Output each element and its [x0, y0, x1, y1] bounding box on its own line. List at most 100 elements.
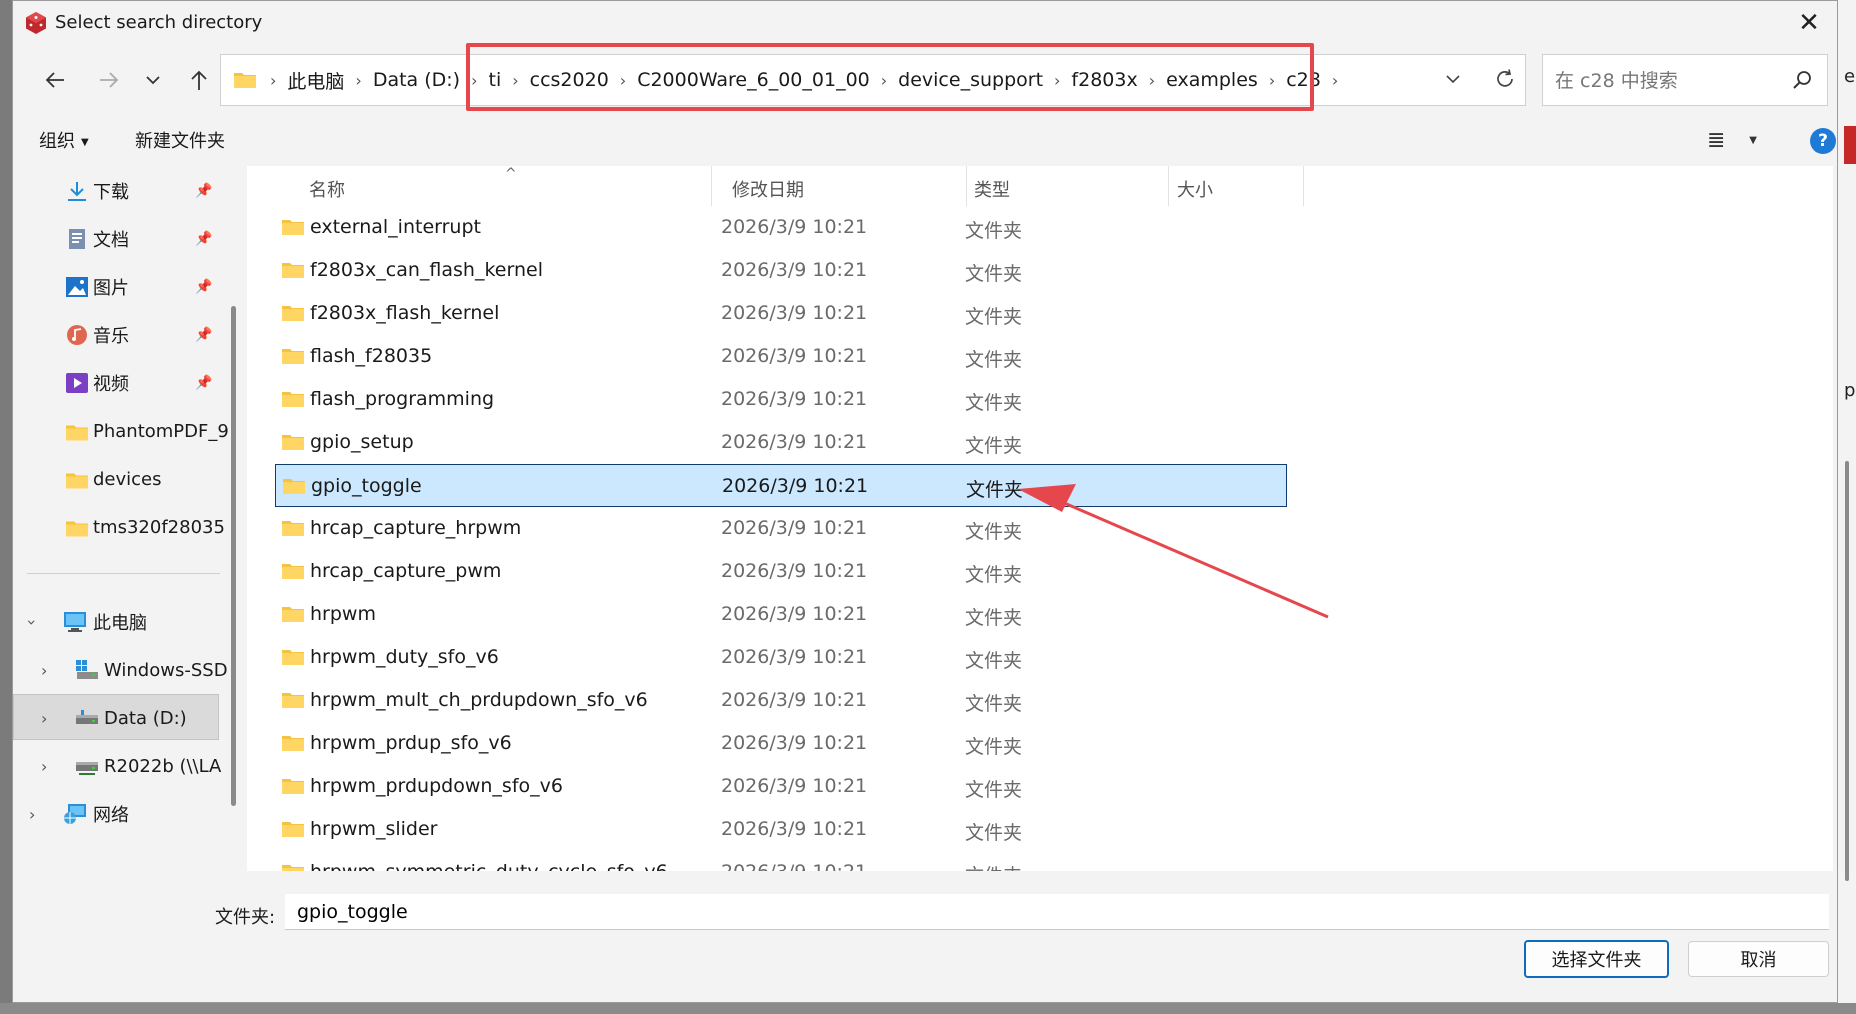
sidebar-item-windows-ssd[interactable]: › Windows-SSD [13, 648, 228, 692]
chevron-right-icon[interactable]: › [29, 805, 35, 824]
pin-icon[interactable]: 📌 [195, 231, 212, 247]
file-type: 文件夹 [965, 779, 1023, 801]
sidebar-item-label: Windows-SSD [104, 659, 228, 681]
column-divider[interactable] [1303, 166, 1304, 206]
file-row[interactable]: hrpwm_prdup_sfo_v6 2026/3/9 10:21 文件夹 [275, 722, 1287, 765]
sidebar-item-folder[interactable]: devices [13, 457, 223, 501]
cancel-button[interactable]: 取消 [1688, 941, 1829, 977]
pin-icon[interactable]: 📌 [195, 279, 212, 295]
file-row[interactable]: hrpwm 2026/3/9 10:21 文件夹 [275, 593, 1287, 636]
file-row[interactable]: hrpwm_prdupdown_sfo_v6 2026/3/9 10:21 文件夹 [275, 765, 1287, 808]
column-divider[interactable] [966, 166, 967, 206]
folder-icon [281, 690, 305, 709]
sidebar-item-network-drive[interactable]: › R2022b (\\LA [13, 744, 223, 788]
recent-locations-button[interactable] [133, 61, 173, 99]
back-button[interactable] [35, 61, 75, 99]
sidebar-item-downloads[interactable]: 下载 📌 [13, 169, 223, 213]
sidebar-item-music[interactable]: 音乐 📌 [13, 313, 223, 357]
column-header-type[interactable]: 类型 [974, 176, 1010, 202]
chevron-right-icon[interactable]: › [41, 661, 47, 680]
pin-icon[interactable]: 📌 [195, 327, 212, 343]
file-row[interactable]: hrcap_capture_pwm 2026/3/9 10:21 文件夹 [275, 550, 1287, 593]
file-list-scrollbar[interactable] [1845, 461, 1849, 881]
breadcrumb-separator-icon[interactable]: › [265, 71, 281, 90]
refresh-button[interactable] [1485, 59, 1525, 99]
breadcrumb-separator-icon[interactable]: › [350, 71, 366, 90]
file-type: 文件夹 [965, 435, 1023, 457]
sidebar-item-data-drive[interactable]: › Data (D:) [13, 696, 223, 740]
sidebar-item-documents[interactable]: 文档 📌 [13, 217, 223, 261]
folder-icon [66, 521, 88, 537]
column-divider[interactable] [1168, 166, 1169, 206]
file-name: hrpwm_prdup_sfo_v6 [310, 732, 512, 754]
column-header-size[interactable]: 大小 [1177, 176, 1213, 202]
sidebar-item-label: Data (D:) [104, 707, 187, 729]
sidebar-item-this-pc[interactable]: › 此电脑 [13, 600, 223, 644]
file-row[interactable]: gpio_setup 2026/3/9 10:21 文件夹 [275, 421, 1287, 464]
sidebar-item-label: tms320f28035 [93, 516, 225, 538]
folder-icon [281, 561, 305, 580]
close-icon: ✕ [1798, 8, 1820, 38]
file-row[interactable]: hrpwm_symmetric_duty_cycle_sfo_v6 2026/3/… [275, 851, 1287, 871]
view-options-button[interactable]: ≣ ▼ [1707, 125, 1757, 155]
nav-scrollbar[interactable] [231, 306, 236, 806]
column-header-name[interactable]: 名称 [309, 176, 345, 202]
file-row[interactable]: flash_f28035 2026/3/9 10:21 文件夹 [275, 335, 1287, 378]
search-box[interactable] [1542, 54, 1828, 106]
file-row[interactable]: f2803x_can_flash_kernel 2026/3/9 10:21 文件夹 [275, 249, 1287, 292]
column-header-date[interactable]: 修改日期 [732, 176, 804, 202]
sidebar-item-label: 网络 [93, 805, 129, 826]
file-row[interactable]: hrpwm_mult_ch_prdupdown_sfo_v6 2026/3/9 1… [275, 679, 1287, 722]
download-icon [68, 182, 86, 201]
file-row[interactable]: external_interrupt 2026/3/9 10:21 文件夹 [275, 206, 1287, 249]
sidebar-item-network[interactable]: › 网络 [13, 792, 223, 836]
search-input[interactable] [1553, 67, 1787, 95]
file-row[interactable]: gpio_toggle 2026/3/9 10:21 文件夹 [275, 464, 1287, 507]
sidebar-item-label: 此电脑 [93, 613, 147, 634]
sidebar-item-videos[interactable]: 视频 📌 [13, 361, 223, 405]
file-row[interactable]: f2803x_flash_kernel 2026/3/9 10:21 文件夹 [275, 292, 1287, 335]
file-row[interactable]: flash_programming 2026/3/9 10:21 文件夹 [275, 378, 1287, 421]
close-button[interactable]: ✕ [1785, 3, 1833, 43]
folder-icon [281, 389, 305, 408]
up-button[interactable] [179, 61, 219, 99]
chevron-down-icon [1446, 75, 1460, 84]
help-icon: ? [1818, 131, 1828, 151]
pin-icon[interactable]: 📌 [195, 183, 212, 199]
file-row[interactable]: hrcap_capture_hrpwm 2026/3/9 10:21 文件夹 [275, 507, 1287, 550]
pin-icon[interactable]: 📌 [195, 375, 212, 391]
chevron-right-icon[interactable]: › [41, 709, 47, 728]
document-icon [69, 229, 85, 249]
file-type: 文件夹 [965, 349, 1023, 371]
sidebar-item-label: PhantomPDF_9 [93, 420, 229, 442]
nav-divider [27, 573, 220, 574]
help-button[interactable]: ? [1810, 128, 1836, 154]
video-icon [66, 373, 88, 393]
organize-button[interactable]: 组织 ▼ [39, 127, 89, 153]
background-text: e [1844, 66, 1856, 87]
select-folder-button[interactable]: 选择文件夹 [1524, 940, 1669, 978]
file-type: 文件夹 [965, 306, 1023, 328]
forward-button[interactable] [89, 61, 129, 99]
file-name: hrcap_capture_pwm [310, 560, 502, 582]
new-folder-button[interactable]: 新建文件夹 [135, 127, 225, 153]
folder-name-field[interactable] [285, 894, 1829, 930]
folder-icon [281, 776, 305, 795]
file-row[interactable]: hrpwm_slider 2026/3/9 10:21 文件夹 [275, 808, 1287, 851]
search-icon[interactable] [1791, 69, 1813, 91]
sidebar-item-pictures[interactable]: 图片 📌 [13, 265, 223, 309]
file-name: gpio_setup [310, 431, 414, 453]
file-row[interactable]: hrpwm_duty_sfo_v6 2026/3/9 10:21 文件夹 [275, 636, 1287, 679]
breadcrumb-separator-icon[interactable]: › [1327, 71, 1343, 90]
breadcrumb-item[interactable]: Data (D:) [367, 69, 466, 91]
command-bar: 组织 ▼ 新建文件夹 ≣ ▼ ? [13, 119, 1837, 163]
file-date: 2026/3/9 10:21 [721, 388, 868, 410]
chevron-down-icon[interactable]: › [23, 619, 42, 625]
column-divider[interactable] [711, 166, 712, 206]
sidebar-item-folder[interactable]: PhantomPDF_9 [13, 409, 229, 453]
breadcrumb-item[interactable]: 此电脑 [281, 67, 350, 94]
sidebar-item-folder[interactable]: tms320f28035 [13, 505, 225, 549]
address-history-dropdown[interactable] [1433, 59, 1473, 99]
chevron-right-icon[interactable]: › [41, 757, 47, 776]
navigation-pane: 下载 📌 文档 📌 图片 📌 音乐 📌 视频 📌 PhantomPDF_9 de… [13, 166, 235, 871]
